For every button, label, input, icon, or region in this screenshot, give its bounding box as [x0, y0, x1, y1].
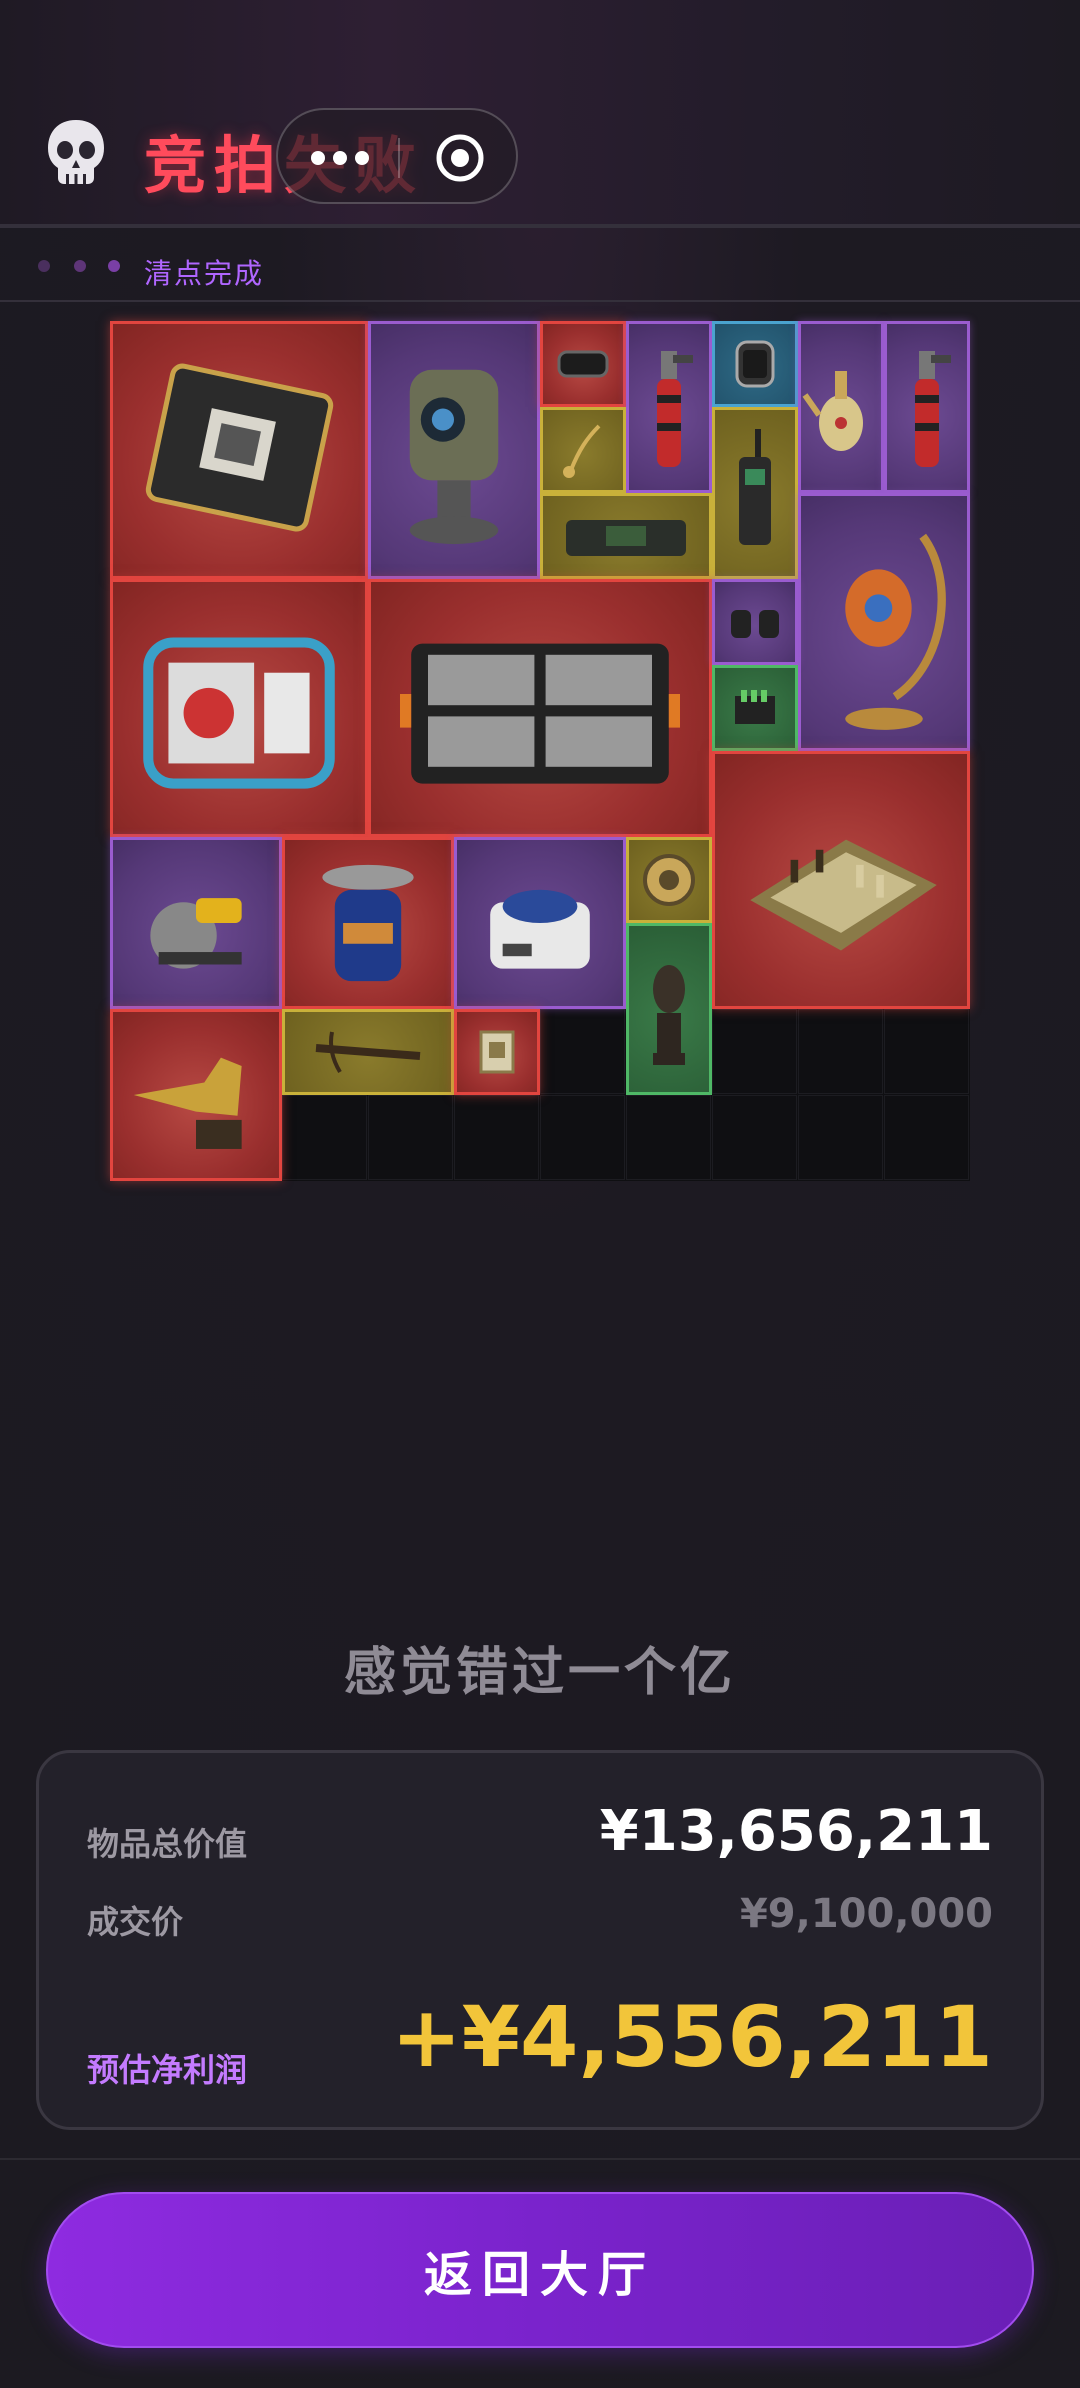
progress-dot — [108, 260, 120, 272]
item-centrifuge[interactable] — [454, 837, 626, 1009]
generator-icon — [143, 637, 335, 789]
total-value-label: 物品总价值 — [87, 1825, 248, 1863]
profit-label: 预估净利润 — [87, 2051, 248, 2089]
return-lobby-button[interactable]: 返回大厅 — [46, 2192, 1034, 2348]
item-sentry-turret[interactable] — [368, 321, 540, 579]
item-compass-gear[interactable] — [626, 837, 712, 923]
grid-cell — [540, 1009, 625, 1094]
compass-icon — [643, 854, 695, 906]
grid-cell — [626, 1095, 711, 1180]
grid-cell — [884, 1009, 969, 1094]
grid-cell — [798, 1095, 883, 1180]
saw-icon — [150, 898, 242, 969]
crossbow-icon — [315, 1031, 421, 1074]
item-torch-lighter[interactable] — [626, 321, 712, 493]
item-tribal-statue[interactable] — [626, 923, 712, 1095]
grid-cell — [884, 1095, 969, 1180]
grid-cell — [454, 1095, 539, 1180]
grid-cell — [282, 1095, 367, 1180]
circuit-board-icon — [145, 363, 334, 532]
crocodile-icon — [133, 1057, 242, 1149]
profit-value: +¥4,556,211 — [391, 1988, 993, 2086]
progress-dot — [74, 260, 86, 272]
gas-canister-icon — [322, 864, 414, 982]
skull-icon — [48, 120, 104, 184]
deal-price-label: 成交价 — [87, 1903, 184, 1941]
summary-card: 物品总价值 ¥13,656,211 成交价 ¥9,100,000 预估净利润 +… — [36, 1750, 1044, 2130]
binoculars-icon — [731, 610, 779, 638]
return-lobby-label: 返回大厅 — [423, 2247, 656, 2303]
watch-strap-icon — [557, 350, 609, 378]
item-crossbow[interactable] — [282, 1009, 454, 1095]
item-wrist-watch-strap[interactable] — [540, 321, 626, 407]
item-ammo-crate[interactable] — [368, 579, 712, 837]
progress-dot — [38, 260, 50, 272]
inventory-grid — [110, 321, 970, 1181]
status-text: 清点完成 — [144, 257, 265, 290]
auction-result-page: 竞拍失败 清点完成 — [0, 0, 1080, 2388]
result-quote: 感觉错过一个亿 — [343, 1643, 736, 1703]
item-pendant-key[interactable] — [540, 407, 626, 493]
item-generator[interactable] — [110, 579, 368, 837]
footer-divider — [0, 2158, 1080, 2160]
item-binoculars[interactable] — [712, 579, 798, 665]
total-value: ¥13,656,211 — [599, 1799, 993, 1864]
pendant-icon — [563, 424, 601, 478]
device-icon — [566, 520, 686, 556]
item-torch-lighter-2[interactable] — [884, 321, 970, 493]
item-walkie-talkie[interactable] — [712, 407, 798, 579]
item-circuit-board[interactable] — [110, 321, 368, 579]
item-chip-card[interactable] — [454, 1009, 540, 1095]
deal-price-value: ¥9,100,000 — [739, 1891, 993, 1937]
radio-icon — [739, 429, 771, 545]
status-strip: 清点完成 — [0, 232, 1080, 302]
mini-program-capsule — [276, 108, 518, 204]
header-bar: 竞拍失败 — [0, 0, 1080, 228]
more-dots-icon[interactable] — [308, 148, 372, 168]
turret-icon — [409, 369, 499, 545]
grid-cell — [540, 1095, 625, 1180]
target-icon[interactable] — [434, 132, 486, 184]
battery-icon — [735, 690, 775, 724]
item-crocodile-statue[interactable] — [110, 1009, 282, 1181]
item-ornate-lamp[interactable] — [798, 493, 970, 751]
item-battery-pack[interactable] — [712, 665, 798, 751]
grid-cell — [368, 1095, 453, 1180]
item-smart-watch[interactable] — [712, 321, 798, 407]
statue-icon — [653, 965, 685, 1065]
item-circular-saw[interactable] — [110, 837, 282, 1009]
item-gas-canister[interactable] — [282, 837, 454, 1009]
crate-icon — [400, 643, 680, 784]
teapot-icon — [802, 371, 863, 451]
chess-icon — [750, 839, 937, 951]
grid-cell — [712, 1095, 797, 1180]
torch-icon — [657, 351, 693, 467]
torch-icon — [915, 351, 951, 467]
item-control-device[interactable] — [540, 493, 712, 579]
lamp-icon — [845, 533, 946, 730]
item-golden-teapot[interactable] — [798, 321, 884, 493]
smartwatch-icon — [735, 340, 775, 388]
grid-cell — [712, 1009, 797, 1094]
chip-icon — [479, 1030, 515, 1074]
capsule-divider — [398, 138, 400, 178]
centrifuge-icon — [490, 889, 590, 969]
item-chess-set[interactable] — [712, 751, 970, 1009]
grid-cell — [798, 1009, 883, 1094]
